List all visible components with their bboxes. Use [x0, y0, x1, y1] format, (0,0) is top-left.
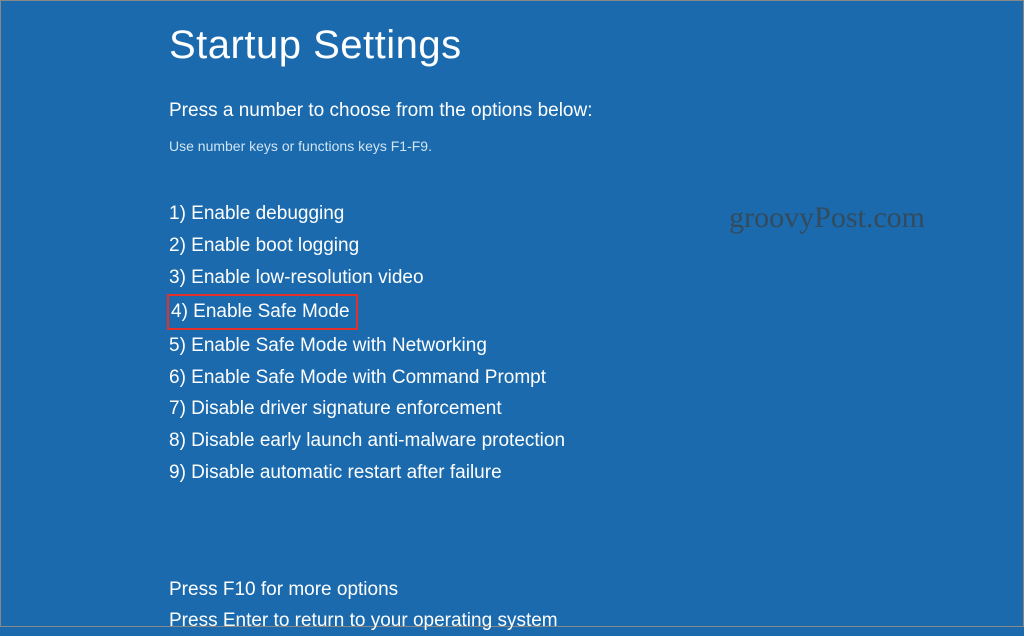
option-8-disable-anti-malware[interactable]: 8) Disable early launch anti-malware pro… [169, 425, 1023, 457]
instruction-text: Press a number to choose from the option… [169, 100, 1023, 122]
more-options-hint: Press F10 for more options [169, 575, 1023, 605]
startup-settings-screen: Startup Settings Press a number to choos… [1, 1, 1023, 636]
option-1-debugging[interactable]: 1) Enable debugging [169, 198, 1023, 230]
boot-options-list: 1) Enable debugging 2) Enable boot loggi… [169, 198, 1023, 489]
option-6-safe-mode-cmd[interactable]: 6) Enable Safe Mode with Command Prompt [169, 362, 1023, 394]
hint-text: Use number keys or functions keys F1-F9. [169, 138, 1023, 154]
option-2-boot-logging[interactable]: 2) Enable boot logging [169, 230, 1023, 262]
option-3-low-res-video[interactable]: 3) Enable low-resolution video [169, 262, 1023, 294]
option-5-safe-mode-networking[interactable]: 5) Enable Safe Mode with Networking [169, 330, 1023, 362]
page-title: Startup Settings [169, 23, 1023, 68]
return-hint: Press Enter to return to your operating … [169, 606, 1023, 636]
option-4-safe-mode[interactable]: 4) Enable Safe Mode [167, 294, 358, 330]
option-7-disable-driver-sig[interactable]: 7) Disable driver signature enforcement [169, 393, 1023, 425]
option-9-disable-auto-restart[interactable]: 9) Disable automatic restart after failu… [169, 457, 1023, 489]
